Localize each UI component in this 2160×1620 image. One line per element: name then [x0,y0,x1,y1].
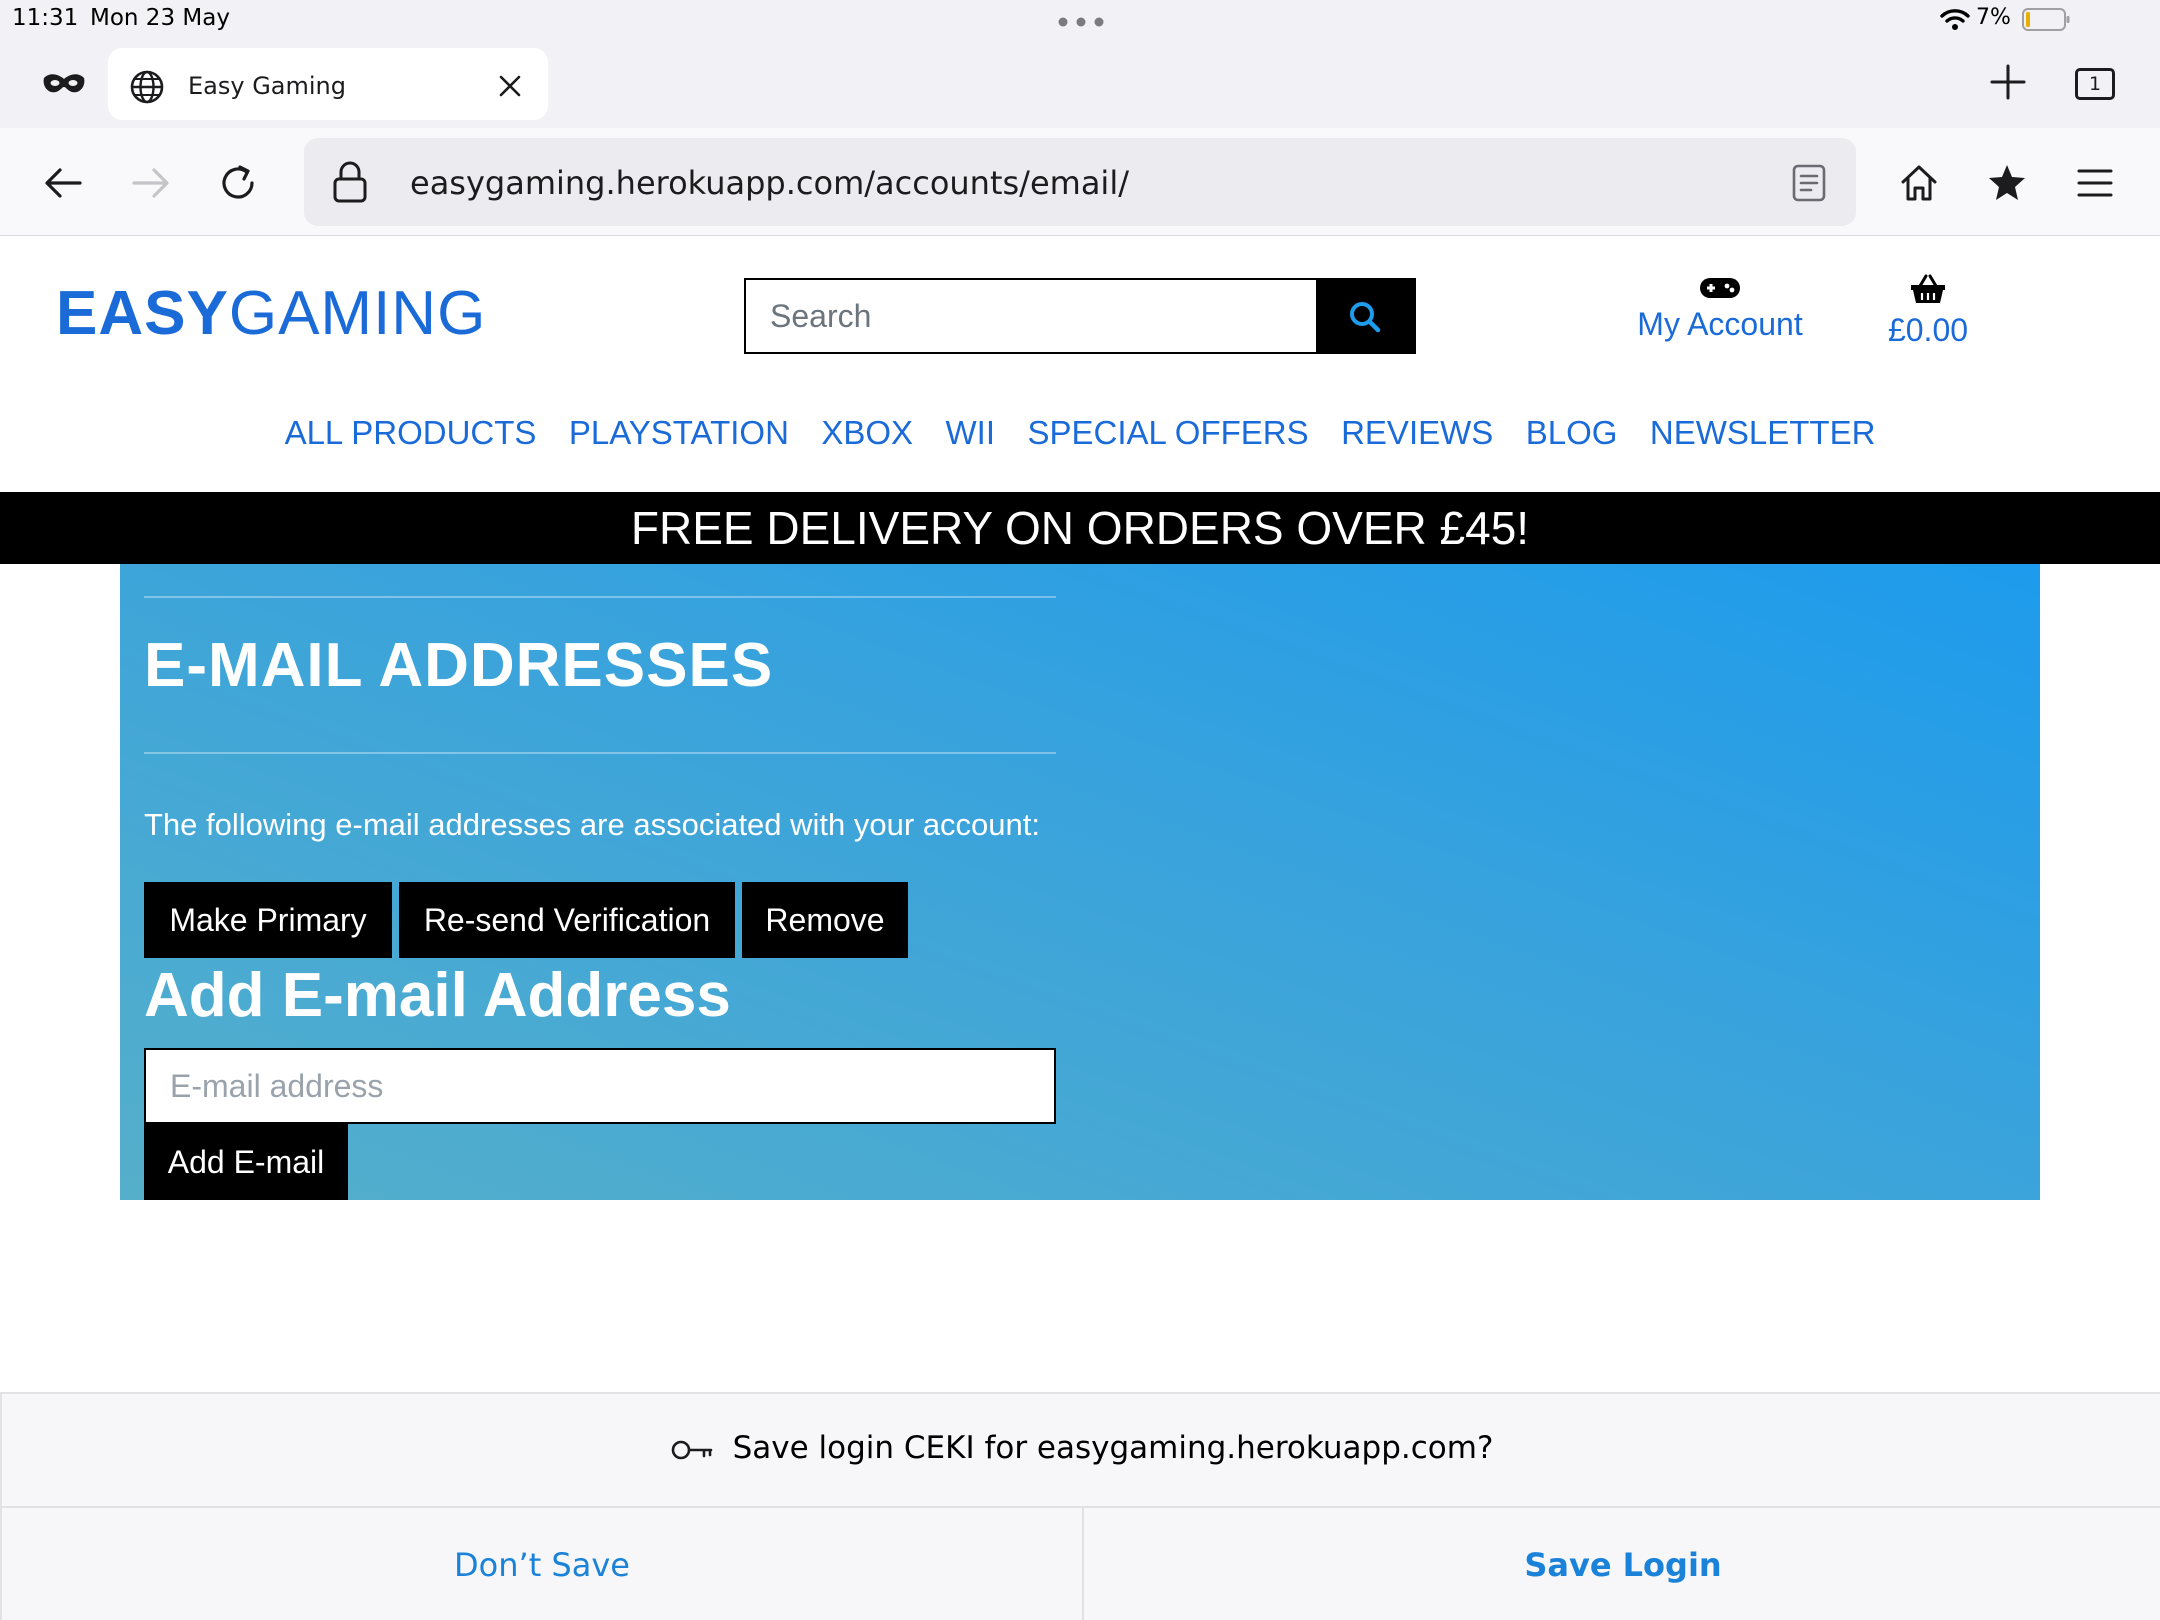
battery-percentage: 7% [1976,5,2011,30]
resend-verification-button[interactable]: Re-send Verification [399,882,735,958]
tab-bar: Easy Gaming 1 [0,40,2160,128]
forward-icon[interactable] [130,162,172,204]
battery-icon [2022,8,2070,31]
add-email-button[interactable]: Add E-mail [144,1124,348,1200]
nav-blog[interactable]: BLOG [1526,414,1618,452]
url-text[interactable]: easygaming.herokuapp.com/accounts/email/ [410,164,1129,202]
dont-save-button[interactable]: Don’t Save [2,1508,1082,1620]
menu-icon[interactable] [2074,162,2116,204]
browser-tab[interactable]: Easy Gaming [108,48,548,120]
my-account-label: My Account [1637,306,1803,342]
email-list-description: The following e-mail addresses are assoc… [144,807,1041,842]
tab-title: Easy Gaming [188,72,347,100]
search-icon [1350,302,1381,333]
site-logo[interactable]: EASYGAMING [56,278,486,349]
tab-count-button[interactable]: 1 [2075,68,2115,100]
multitasking-dots-icon[interactable] [1058,17,1104,27]
key-icon [671,1440,712,1459]
save-login-message-row: Save login CEKI for easygaming.herokuapp… [2,1430,2160,1466]
search-form [744,278,1416,354]
reader-icon[interactable] [1792,164,1826,202]
make-primary-button[interactable]: Make Primary [144,882,392,958]
status-time: 11:31 [12,5,79,31]
email-management-panel: E-MAIL ADDRESSES The following e-mail ad… [120,564,2040,1200]
private-mask-icon[interactable] [42,72,86,96]
globe-icon [130,70,164,104]
nav-special-offers[interactable]: SPECIAL OFFERS [1027,414,1308,452]
save-login-prompt: Save login CEKI for easygaming.herokuapp… [0,1392,2160,1620]
reload-icon[interactable] [218,162,260,204]
my-account-link[interactable]: My Account [1620,276,1820,343]
remove-button[interactable]: Remove [742,882,908,958]
basket-total: £0.00 [1887,312,1969,348]
status-bar: 11:31 Mon 23 May 7% [0,0,2160,40]
basket-link[interactable]: £0.00 [1880,274,1976,349]
email-field[interactable] [144,1048,1056,1124]
home-icon[interactable] [1898,162,1940,204]
wifi-icon [1940,9,1970,30]
bookmark-star-icon[interactable] [1986,162,2028,204]
search-button[interactable] [1316,280,1414,352]
lock-icon [333,161,367,203]
nav-xbox[interactable]: XBOX [821,414,913,452]
divider-top [144,596,1056,598]
divider-bottom [144,752,1056,754]
address-bar[interactable]: easygaming.herokuapp.com/accounts/email/ [304,138,1856,226]
page-title: E-MAIL ADDRESSES [144,631,774,700]
add-email-heading: Add E-mail Address [144,961,731,1030]
close-icon[interactable] [498,74,522,98]
status-date: Mon 23 May [90,5,230,31]
back-icon[interactable] [42,162,84,204]
gamepad-icon [1700,278,1740,298]
save-login-message: Save login CEKI for easygaming.herokuapp… [732,1430,1494,1466]
logo-part-easy: EASY [56,279,229,348]
nav-newsletter[interactable]: NEWSLETTER [1650,414,1876,452]
browser-toolbar: easygaming.herokuapp.com/accounts/email/ [0,128,2160,236]
logo-part-gaming: GAMING [228,279,487,348]
delivery-banner: FREE DELIVERY ON ORDERS OVER £45! [0,492,2160,564]
nav-all-products[interactable]: ALL PRODUCTS [285,414,537,452]
search-input[interactable] [746,280,1318,352]
main-navigation: ALL PRODUCTS PLAYSTATION XBOX WII SPECIA… [0,414,2160,452]
plus-icon[interactable] [1990,64,2026,100]
nav-reviews[interactable]: REVIEWS [1341,414,1493,452]
basket-icon [1911,274,1945,303]
save-login-button[interactable]: Save Login [1084,1508,2160,1620]
nav-playstation[interactable]: PLAYSTATION [569,414,789,452]
nav-wii[interactable]: WII [946,414,995,452]
